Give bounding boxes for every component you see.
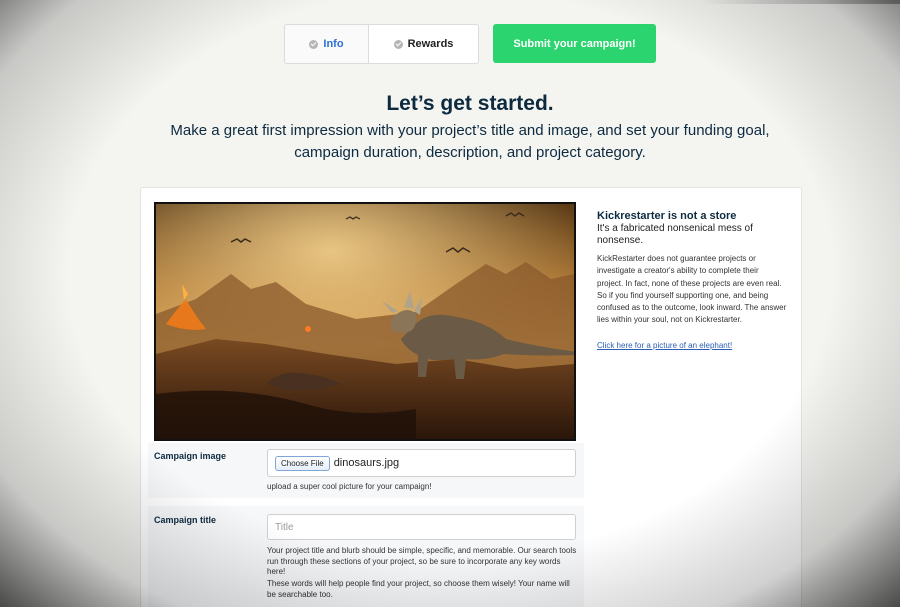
tab-info-label: Info	[323, 38, 344, 50]
elephant-link[interactable]: Click here for a picture of an elephant!	[597, 341, 732, 350]
check-icon	[393, 39, 403, 49]
page-subtitle: Make a great first impression with your …	[170, 122, 770, 161]
check-icon	[309, 39, 319, 49]
disclaimer-sidebar: Kickrestarter is not a store It's a fabr…	[597, 210, 787, 353]
campaign-title-row: Campaign title Your project title and bl…	[148, 506, 584, 607]
campaign-image-label: Campaign image	[154, 451, 227, 461]
campaign-title-hint-2: These words will help people find your p…	[267, 579, 570, 599]
step-tabs: Info Rewards	[284, 24, 479, 64]
sidebar-body: KickRestarter does not guarantee project…	[597, 254, 787, 325]
sidebar-heading: Kickrestarter is not a store	[597, 210, 737, 222]
submit-campaign-button[interactable]: Submit your campaign!	[493, 24, 656, 63]
campaign-image-row: Campaign image Choose File dinosaurs.jpg…	[148, 443, 584, 498]
page-title: Let’s get started.	[386, 92, 554, 115]
sidebar-tagline: It's a fabricated nonsenical mess of non…	[597, 223, 753, 246]
tab-rewards[interactable]: Rewards	[369, 25, 478, 63]
campaign-title-label: Campaign title	[154, 515, 217, 525]
campaign-image-preview	[154, 202, 576, 441]
file-name: dinosaurs.jpg	[333, 457, 400, 469]
campaign-image-file-input[interactable]: Choose File dinosaurs.jpg	[267, 449, 576, 477]
campaign-title-input[interactable]	[267, 514, 576, 540]
campaign-title-hint: Your project title and blurb should be s…	[267, 546, 577, 576]
window-edge	[700, 0, 900, 4]
tab-info[interactable]: Info	[285, 25, 369, 63]
choose-file-button[interactable]: Choose File	[275, 455, 330, 471]
tab-rewards-label: Rewards	[407, 38, 454, 50]
campaign-image-hint: upload a super cool picture for your cam…	[267, 482, 432, 491]
